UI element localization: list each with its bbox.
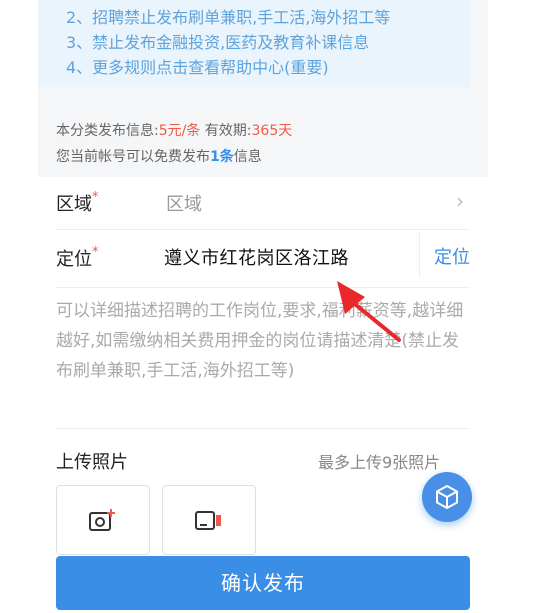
annotation-arrow — [337, 281, 401, 342]
